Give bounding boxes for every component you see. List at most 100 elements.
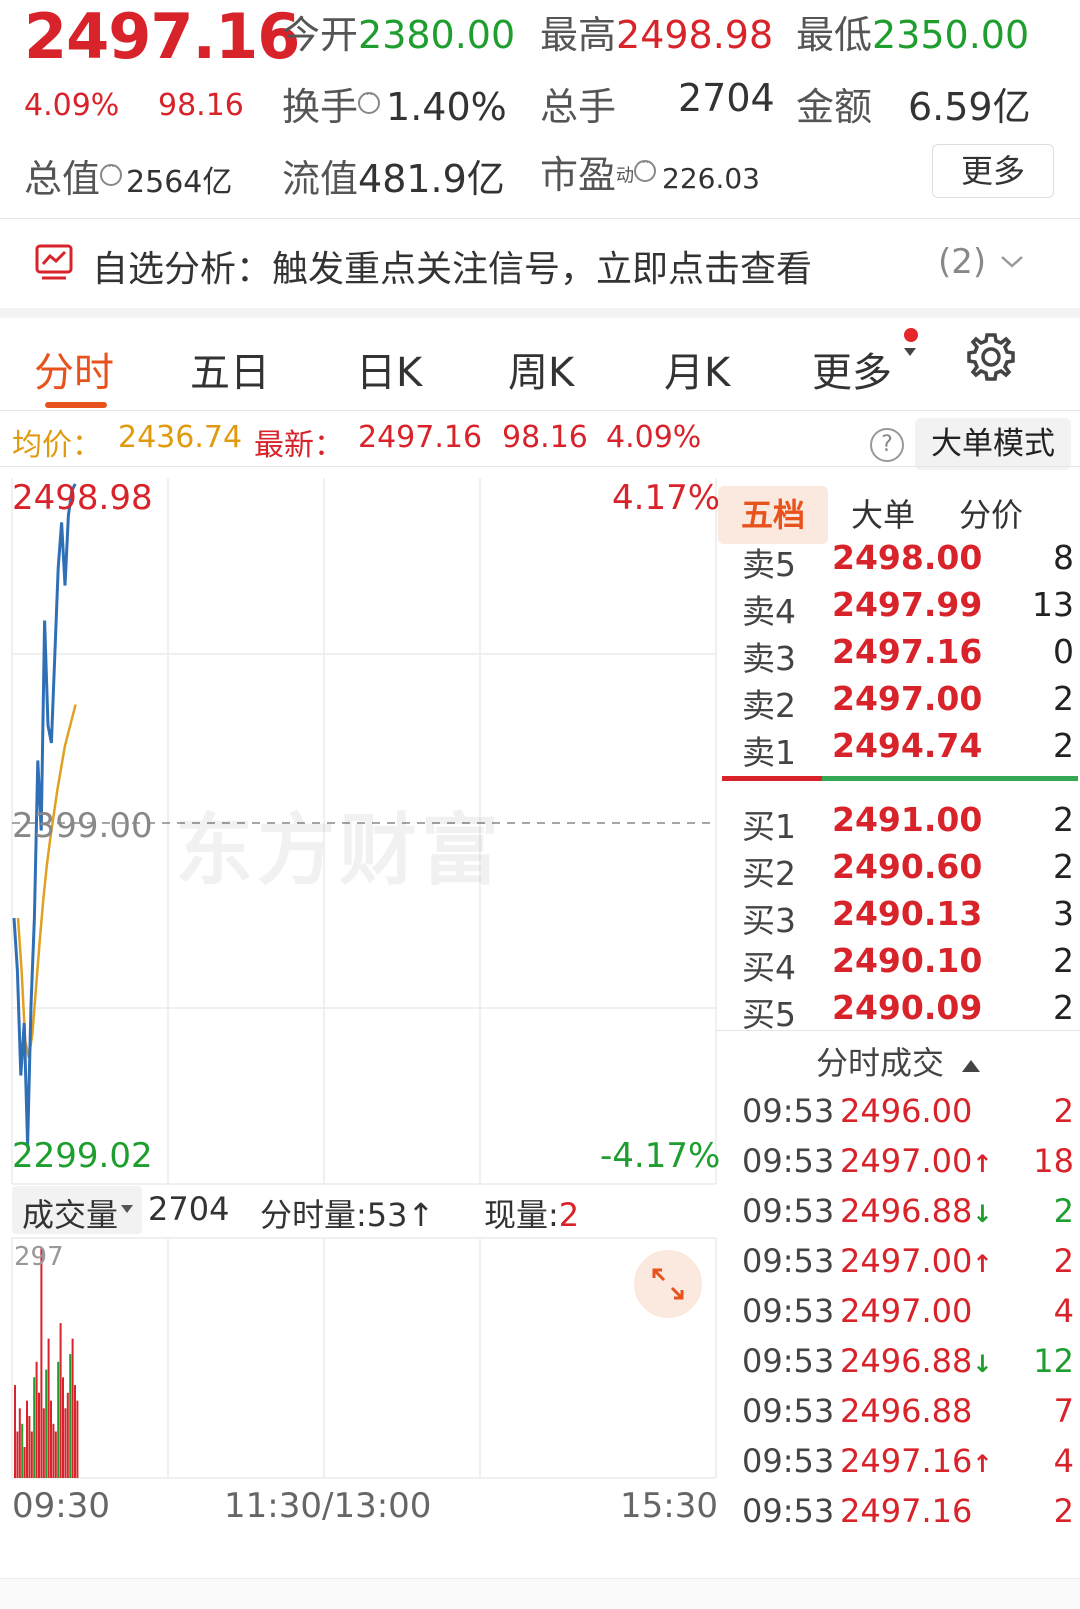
buy-level-row[interactable]: 买5 2490.09 2	[736, 988, 1080, 1036]
buy-strength-bar	[822, 776, 1078, 781]
float-cap-value: 481.9亿	[358, 157, 505, 201]
volume-value: 2704	[678, 76, 775, 120]
trade-volume: 4	[1053, 1442, 1074, 1480]
help-icon[interactable]: ?	[870, 428, 904, 462]
intraday-info-line: 均价： 2436.74 最新： 2497.16 98.16 4.09% ? 大单…	[0, 418, 1080, 478]
tab-daily-k[interactable]: 日K	[356, 340, 422, 398]
info-change-amount: 98.16	[502, 420, 588, 455]
volume-bar	[71, 1338, 74, 1478]
level-label: 买3	[742, 901, 796, 940]
fullscreen-button[interactable]	[634, 1250, 702, 1318]
level-label: 卖5	[742, 545, 796, 584]
sell-level-row[interactable]: 卖4 2497.99 13	[736, 585, 1080, 633]
trade-volume: 7	[1053, 1392, 1074, 1430]
alert-bar[interactable]: 自选分析：触发重点关注信号，立即点击查看 (2)	[0, 222, 1080, 310]
current-volume-label: 现量:	[484, 1196, 559, 1234]
volume-bar	[54, 1431, 57, 1478]
time-axis-start: 09:30	[12, 1486, 110, 1526]
volume-bar	[47, 1338, 50, 1478]
big-order-mode-button[interactable]: 大单模式	[915, 418, 1071, 470]
amount-stat: 金额	[796, 76, 872, 131]
tab-five-day[interactable]: 五日	[190, 340, 270, 398]
market-cap-stat: 总值 2564亿	[24, 148, 232, 203]
axis-top-percent: 4.17%	[612, 478, 721, 518]
buy-level-row[interactable]: 买3 2490.13 3	[736, 894, 1080, 942]
volume-bar	[66, 1392, 69, 1478]
avg-price-line	[16, 704, 77, 1059]
level-label: 卖2	[742, 686, 796, 725]
divider	[0, 410, 1080, 411]
caret-down-icon	[121, 1205, 133, 1213]
watermark: 东方财富	[175, 806, 504, 896]
amount-label: 金额	[796, 85, 873, 129]
volume-indicator-selector[interactable]: 成交量	[12, 1186, 142, 1234]
level-price: 2490.13	[832, 894, 983, 933]
tab-big-orders[interactable]: 大单	[828, 486, 938, 544]
gear-icon[interactable]	[964, 330, 1018, 384]
notification-dot	[904, 328, 918, 342]
arrow-down-icon: ↓	[972, 1350, 993, 1378]
divider	[716, 1030, 1080, 1031]
intraday-chart[interactable]: 东方财富 2498.98 4.17% 2399.00 2299.02 -4.17…	[0, 478, 735, 1578]
tab-weekly-k[interactable]: 周K	[508, 340, 574, 398]
volume-indicator-label: 成交量	[22, 1196, 119, 1234]
tab-monthly-k[interactable]: 月K	[664, 340, 730, 398]
trade-price: 2496.88	[840, 1392, 972, 1430]
volume-bar	[45, 1369, 48, 1478]
high-label: 最高	[540, 13, 617, 57]
volume-bar	[52, 1423, 55, 1478]
volume-bar	[30, 1431, 33, 1478]
tab-more[interactable]: 更多	[812, 340, 892, 398]
trade-row: 09:53 2496.00 2	[736, 1092, 1080, 1142]
info-icon[interactable]	[634, 155, 657, 182]
quote-header: 2497.16 4.09% 98.16 今开2380.00 最高2498.98 …	[0, 0, 1080, 220]
info-icon[interactable]	[358, 87, 381, 114]
info-icon[interactable]	[100, 159, 123, 186]
time-axis-end: 15:30	[620, 1486, 718, 1526]
trade-time: 09:53	[742, 1192, 835, 1230]
change-amount: 98.16	[158, 88, 244, 123]
more-button[interactable]: 更多	[932, 144, 1054, 198]
volume-stat: 总手	[540, 76, 616, 131]
level-volume: 2	[1053, 847, 1074, 886]
buy-level-row[interactable]: 买1 2491.00 2	[736, 800, 1080, 848]
open-stat: 今开2380.00	[282, 4, 515, 59]
trade-row: 09:53 2496.88 7	[736, 1392, 1080, 1442]
sell-level-row[interactable]: 卖2 2497.00 2	[736, 679, 1080, 727]
trades-header[interactable]: 分时成交	[816, 1038, 982, 1084]
tab-five-levels[interactable]: 五档	[718, 486, 828, 544]
trade-price: 2497.00	[840, 1292, 972, 1330]
trade-time: 09:53	[742, 1142, 835, 1180]
tab-price-distribution[interactable]: 分价	[936, 486, 1046, 544]
tab-intraday[interactable]: 分时	[34, 340, 114, 398]
chevron-down-icon[interactable]	[998, 252, 1026, 272]
volume-bar	[76, 1400, 79, 1478]
trade-time: 09:53	[742, 1392, 835, 1430]
volume-bar	[62, 1377, 64, 1478]
divider	[0, 466, 1080, 467]
trade-volume: 12	[1033, 1342, 1074, 1380]
volume-bar	[74, 1385, 76, 1478]
volume-bars	[14, 1248, 79, 1478]
axis-reference-price: 2399.00	[12, 806, 153, 846]
open-label: 今开	[282, 13, 359, 57]
level-price: 2494.74	[832, 726, 983, 765]
volume-bar	[59, 1323, 62, 1478]
buy-level-row[interactable]: 买4 2490.10 2	[736, 941, 1080, 989]
sell-level-row[interactable]: 卖1 2494.74 2	[736, 726, 1080, 774]
turnover-label: 换手	[282, 85, 359, 129]
buy-level-row[interactable]: 买2 2490.60 2	[736, 847, 1080, 895]
level-price: 2497.16	[832, 632, 983, 671]
current-price: 2497.16	[24, 0, 300, 73]
level-volume: 2	[1053, 726, 1074, 765]
sell-level-row[interactable]: 卖5 2498.00 8	[736, 538, 1080, 586]
trade-price: 2497.16↑	[840, 1442, 992, 1480]
level-price: 2497.00	[832, 679, 983, 718]
turnover-value: 1.40%	[386, 85, 507, 129]
sell-level-row[interactable]: 卖3 2497.16 0	[736, 632, 1080, 680]
minute-volume-value: 53	[366, 1196, 408, 1234]
bottom-bar	[0, 1578, 1080, 1609]
turnover-stat: 换手 1.40%	[282, 76, 507, 131]
trade-row: 09:53 2497.00↑ 18	[736, 1142, 1080, 1192]
volume-bar	[35, 1361, 38, 1478]
